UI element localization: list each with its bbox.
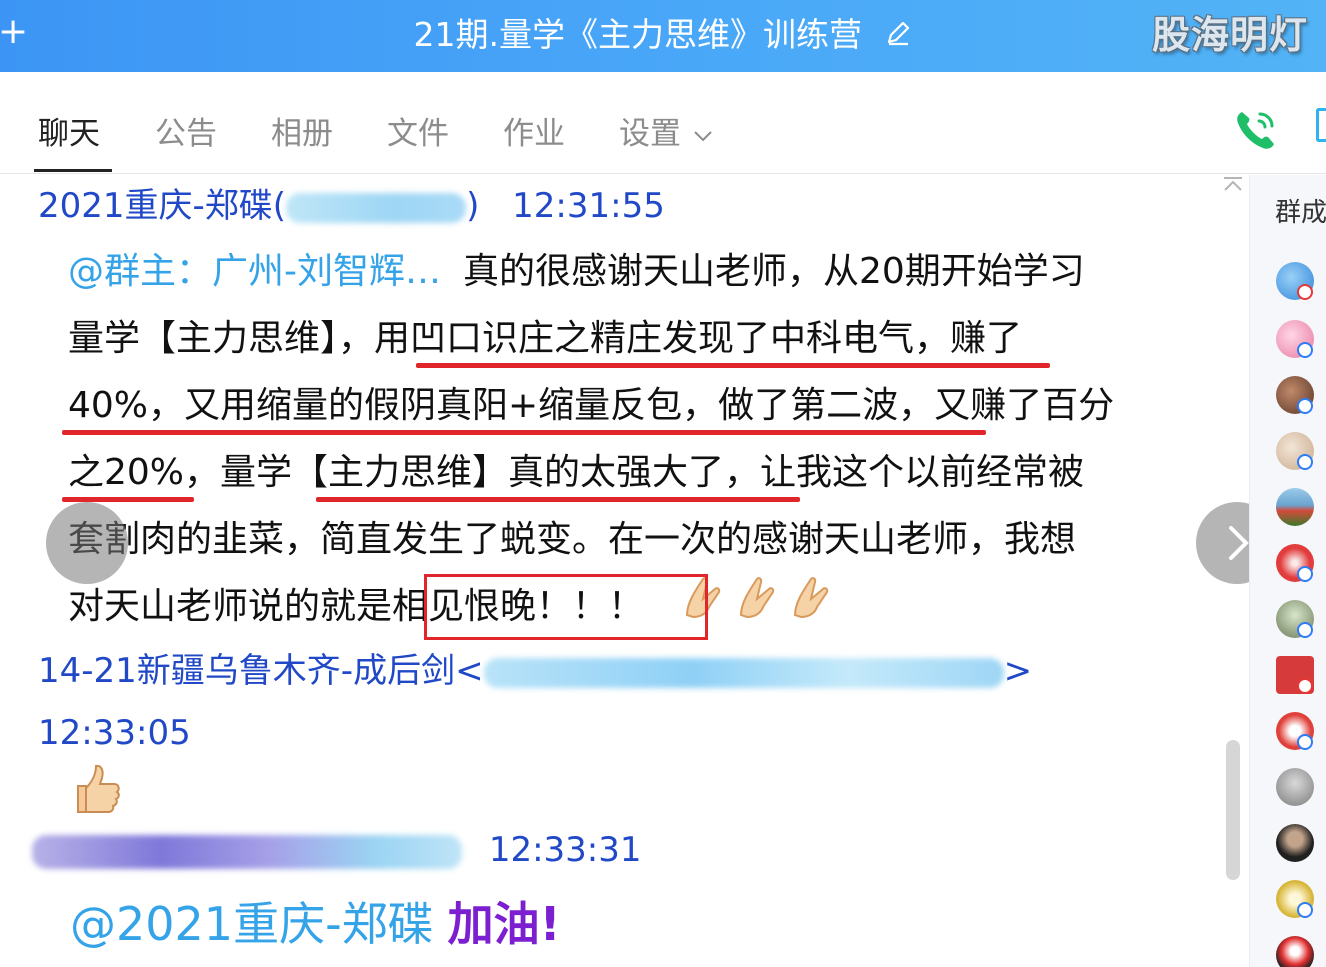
- status-badge: [1297, 342, 1313, 358]
- collapse-icon[interactable]: [1222, 176, 1244, 196]
- video-call-icon[interactable]: [1316, 108, 1326, 142]
- status-badge: [1297, 622, 1313, 638]
- tab-homework[interactable]: 作业: [503, 114, 565, 154]
- sender-name[interactable]: 2021重庆-郑碟(: [38, 186, 286, 226]
- message-line: 套割肉的韭菜，简直发生了蜕变。在一次的感谢天山老师，我想: [68, 519, 1077, 560]
- red-underline: [416, 363, 1050, 368]
- red-highlight-box: [424, 574, 708, 640]
- member-avatar[interactable]: [1276, 824, 1314, 862]
- sender-name[interactable]: 14-21新疆乌鲁木齐-成后剑<: [38, 651, 484, 691]
- status-badge: [1297, 398, 1313, 414]
- window-title: 21期.量学《主力思维》训练营: [0, 14, 1326, 58]
- tab-files[interactable]: 文件: [387, 114, 449, 154]
- mention-link[interactable]: @群主：广州-刘智辉…: [68, 251, 441, 292]
- watermark-logo: 股海明灯: [1151, 13, 1308, 57]
- sender-close: ): [466, 186, 480, 226]
- message-line: 40%，又用缩量的假阴真阳+缩量反包，做了第二波，又赚了百分: [68, 385, 1115, 426]
- title-bar: + 21期.量学《主力思维》训练营 股海明灯: [0, 0, 1326, 72]
- message-header: 12:33:31: [32, 828, 642, 872]
- message-line: 之20%，量学【主力思维】真的太强大了，让我这个以前经常被: [68, 452, 1085, 493]
- status-badge: [1297, 734, 1313, 750]
- scrollbar[interactable]: [1226, 740, 1240, 880]
- tab-settings-label: 设置: [619, 116, 681, 152]
- message-line: @群主：广州-刘智辉… 真的很感谢天山老师，从20期开始学习: [68, 238, 1085, 305]
- status-badge: [1297, 678, 1313, 694]
- red-underline: [316, 497, 800, 502]
- message-time: 12:33:31: [488, 830, 642, 870]
- member-list-title: 群成: [1275, 198, 1326, 228]
- mention-link[interactable]: @2021重庆-郑碟: [70, 897, 434, 951]
- member-avatar[interactable]: [1276, 936, 1314, 967]
- message-text: 真的很感谢天山老师，从20期开始学习: [463, 251, 1085, 292]
- tab-bar: 聊天 公告 相册 文件 作业 设置: [0, 72, 1326, 174]
- message-line: 量学【主力思维】，用凹口识庄之精庄发现了中科电气，赚了: [68, 318, 1023, 359]
- window-title-text: 21期.量学《主力思维》训练营: [413, 15, 862, 54]
- redacted-id: [286, 192, 467, 223]
- active-tab-indicator: [34, 169, 112, 172]
- tab-chat[interactable]: 聊天: [38, 114, 100, 154]
- chevron-down-icon: [693, 113, 713, 153]
- message-text: 对天山老师说的就是: [68, 586, 393, 627]
- message-time: 12:33:05: [38, 713, 191, 753]
- message-line: @2021重庆-郑碟 加油!: [70, 894, 561, 954]
- edit-icon[interactable]: [884, 16, 912, 58]
- status-badge: [1297, 454, 1313, 470]
- prev-arrow-icon[interactable]: [46, 502, 128, 584]
- cheer-text: 加油!: [447, 897, 561, 951]
- tab-settings[interactable]: 设置: [619, 114, 713, 154]
- member-avatar[interactable]: [1276, 768, 1314, 806]
- thumbs-up-icon: [70, 762, 124, 820]
- tab-announcement[interactable]: 公告: [155, 114, 217, 154]
- status-badge: [1297, 902, 1313, 918]
- redacted-sender[interactable]: [32, 834, 462, 869]
- redacted-id: [483, 657, 1004, 688]
- message-header: 2021重庆-郑碟() 12:31:55: [38, 184, 665, 228]
- phone-icon[interactable]: [1232, 106, 1280, 158]
- status-badge: [1297, 566, 1313, 582]
- message-header: 14-21新疆乌鲁木齐-成后剑< >: [38, 649, 1032, 693]
- status-badge: [1297, 284, 1313, 300]
- member-avatar[interactable]: [1276, 488, 1314, 526]
- tab-album[interactable]: 相册: [271, 114, 333, 154]
- sender-close: >: [1003, 651, 1033, 691]
- message-time: 12:31:55: [512, 186, 665, 226]
- red-underline: [62, 430, 986, 435]
